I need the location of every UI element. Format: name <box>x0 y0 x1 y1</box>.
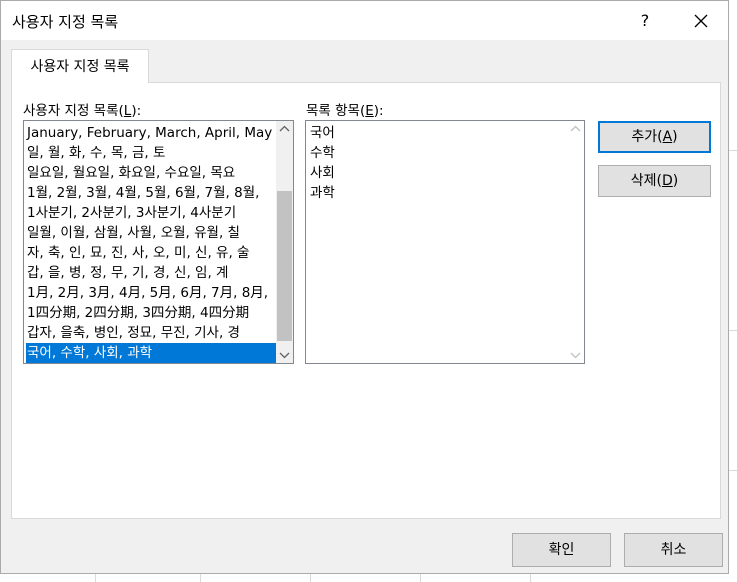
chevron-down-icon <box>570 352 581 359</box>
scroll-up-arrow[interactable] <box>276 121 293 138</box>
scroll-down-arrow[interactable] <box>276 346 293 363</box>
custom-list-item[interactable]: 일월, 이월, 삼월, 사월, 오월, 유월, 칠 <box>26 223 276 243</box>
add-button-key: A <box>662 129 673 145</box>
list-entry-line: 수학 <box>310 145 335 161</box>
entries-scroll-up-arrow <box>567 121 584 138</box>
list-entries-label: 목록 항목(E): <box>306 99 384 119</box>
custom-list-item[interactable]: 1四分期, 2四分期, 3四分期, 4四分期 <box>26 303 276 323</box>
custom-lists-dialog: 사용자 지정 목록 ? 사용자 지정 목록 사용자 지정 목록(L): Janu <box>0 0 729 574</box>
custom-lists-label: 사용자 지정 목록(L): <box>23 99 141 119</box>
tab-custom-lists[interactable]: 사용자 지정 목록 <box>11 49 149 83</box>
ok-button[interactable]: 확인 <box>512 533 611 567</box>
custom-list-item[interactable]: 1월, 2월, 3월, 4월, 5월, 6월, 7월, 8월, <box>26 183 276 203</box>
custom-list-item[interactable]: 1月, 2月, 3月, 4月, 5月, 6月, 7月, 8月, <box>26 283 276 303</box>
custom-list-item[interactable]: 1사분기, 2사분기, 3사분기, 4사분기 <box>26 203 276 223</box>
delete-button[interactable]: 삭제(D) <box>598 165 711 197</box>
tab-panel: 사용자 지정 목록(L): January, February, March, … <box>11 82 721 519</box>
scroll-thumb[interactable] <box>277 191 292 341</box>
custom-lists-label-suffix: ): <box>131 103 142 119</box>
custom-lists-label-text: 사용자 지정 목록( <box>23 103 124 119</box>
custom-list-item[interactable]: January, February, March, April, May <box>26 123 276 143</box>
chevron-down-icon <box>279 352 290 359</box>
list-entries-textbox[interactable]: 국어수학사회과학 <box>305 120 585 364</box>
close-button[interactable] <box>685 6 717 36</box>
list-entry-line: 국어 <box>310 125 335 141</box>
list-entries-label-text: 목록 항목( <box>306 103 366 119</box>
custom-list-item[interactable]: 일요일, 월요일, 화요일, 수요일, 목요 <box>26 163 276 183</box>
list-entries-label-suffix: ): <box>373 103 384 119</box>
list-entries-scrollbar <box>567 121 584 363</box>
add-button-suffix: ) <box>672 129 678 145</box>
dialog-title: 사용자 지정 목록 <box>12 13 119 31</box>
entries-scroll-down-arrow <box>567 346 584 363</box>
add-button[interactable]: 추가(A) <box>598 121 711 153</box>
title-bar: 사용자 지정 목록 ? <box>1 1 728 40</box>
custom-list-item[interactable]: 일, 월, 화, 수, 목, 금, 토 <box>26 143 276 163</box>
custom-lists-listbox[interactable]: January, February, March, April, May 일, 월… <box>23 120 294 364</box>
custom-lists-scrollbar[interactable] <box>276 121 293 363</box>
help-button[interactable]: ? <box>631 7 659 35</box>
delete-button-suffix: ) <box>672 173 679 189</box>
close-icon <box>694 14 708 28</box>
custom-list-item[interactable]: 자, 축, 인, 묘, 진, 사, 오, 미, 신, 유, 술 <box>26 243 276 263</box>
custom-list-item[interactable]: 국어, 수학, 사회, 과학 <box>26 343 276 363</box>
list-entry-line: 사회 <box>310 165 335 181</box>
custom-list-item[interactable]: 갑자, 을축, 병인, 정묘, 무진, 기사, 경 <box>26 323 276 343</box>
add-button-label: 추가( <box>631 129 663 145</box>
chevron-up-icon <box>570 125 581 132</box>
custom-list-item[interactable]: 갑, 을, 병, 정, 무, 기, 경, 신, 임, 계 <box>26 263 276 283</box>
cancel-button[interactable]: 취소 <box>624 533 723 567</box>
chevron-up-icon <box>279 125 290 132</box>
list-entries-label-key: E <box>365 103 374 119</box>
list-entry-line: 과학 <box>310 185 335 201</box>
delete-button-key: D <box>661 173 673 189</box>
delete-button-label: 삭제( <box>630 173 662 189</box>
